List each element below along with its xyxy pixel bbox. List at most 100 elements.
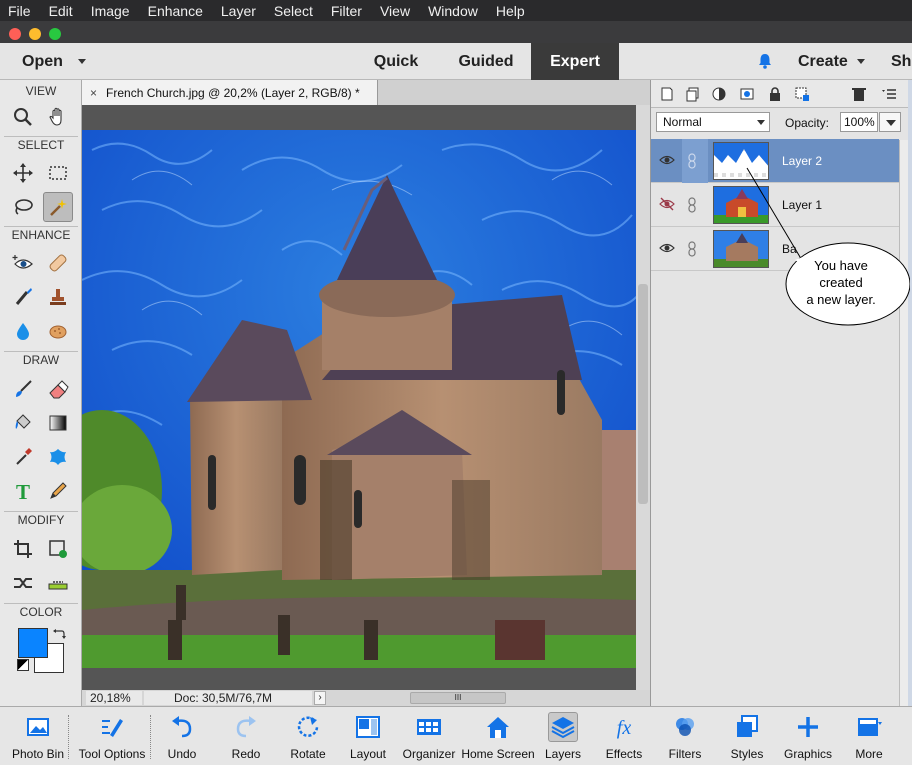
open-button[interactable]: Open bbox=[22, 53, 63, 71]
close-window-button[interactable] bbox=[9, 28, 21, 40]
blend-mode-select[interactable]: Normal bbox=[656, 112, 770, 132]
zoom-tool-icon[interactable] bbox=[8, 102, 38, 132]
layer-link-icon[interactable] bbox=[687, 153, 697, 169]
type-tool-icon[interactable]: T bbox=[8, 476, 38, 506]
menu-filter[interactable]: Filter bbox=[331, 3, 362, 19]
minimize-window-button[interactable] bbox=[29, 28, 41, 40]
tool-options-button[interactable]: Tool Options bbox=[74, 707, 150, 765]
magic-wand-tool-icon[interactable] bbox=[43, 192, 73, 222]
notification-bell-icon[interactable] bbox=[756, 52, 774, 70]
styles-button[interactable]: Styles bbox=[724, 707, 770, 765]
create-button[interactable]: Create bbox=[798, 53, 848, 71]
layers-button[interactable]: Layers bbox=[540, 707, 586, 765]
marquee-tool-icon[interactable] bbox=[43, 158, 73, 188]
paint-bucket-tool-icon[interactable] bbox=[8, 408, 38, 438]
menu-help[interactable]: Help bbox=[496, 3, 525, 19]
more-button[interactable]: More bbox=[846, 707, 892, 765]
image-canvas[interactable] bbox=[82, 130, 636, 668]
zoom-window-button[interactable] bbox=[49, 28, 61, 40]
layer-visibility-eye-icon[interactable] bbox=[659, 153, 675, 167]
church-painting-image bbox=[82, 130, 636, 668]
filters-button[interactable]: Filters bbox=[662, 707, 708, 765]
tool-options-icon bbox=[97, 712, 127, 742]
move-tool-icon[interactable] bbox=[8, 158, 38, 188]
home-screen-button[interactable]: Home Screen bbox=[460, 707, 536, 765]
layer-visibility-eye-icon[interactable] bbox=[659, 241, 675, 255]
foreground-color-swatch[interactable] bbox=[18, 628, 48, 658]
menu-file[interactable]: File bbox=[8, 3, 31, 19]
share-button[interactable]: Sh bbox=[891, 53, 911, 71]
document-tab[interactable]: × French Church.jpg @ 20,2% (Layer 2, RG… bbox=[82, 80, 378, 105]
menu-edit[interactable]: Edit bbox=[49, 3, 73, 19]
graphics-button[interactable]: Graphics bbox=[780, 707, 836, 765]
panel-menu-icon[interactable] bbox=[881, 86, 897, 102]
swap-colors-icon[interactable] bbox=[52, 628, 66, 640]
layout-label: Layout bbox=[349, 747, 387, 761]
brush-tool-icon[interactable] bbox=[8, 374, 38, 404]
pencil-tool-icon[interactable] bbox=[43, 476, 73, 506]
status-menu-arrow-icon[interactable]: › bbox=[314, 691, 326, 705]
new-group-icon[interactable] bbox=[685, 86, 701, 102]
layer-link-icon[interactable] bbox=[687, 197, 697, 213]
more-label: More bbox=[855, 747, 883, 761]
smart-brush-tool-icon[interactable] bbox=[8, 282, 38, 312]
menu-layer[interactable]: Layer bbox=[221, 3, 256, 19]
red-eye-tool-icon[interactable] bbox=[8, 248, 38, 278]
undo-button[interactable]: Undo bbox=[158, 707, 206, 765]
eyedropper-tool-icon[interactable] bbox=[8, 442, 38, 472]
content-aware-move-tool-icon[interactable] bbox=[8, 568, 38, 598]
eraser-tool-icon[interactable] bbox=[43, 374, 73, 404]
lock-all-icon[interactable] bbox=[767, 86, 783, 102]
canvas-horizontal-scroll-thumb[interactable]: III bbox=[410, 692, 506, 704]
lock-transparent-icon[interactable] bbox=[794, 86, 810, 102]
zoom-level-field[interactable]: 20,18% bbox=[86, 691, 142, 705]
hand-tool-icon[interactable] bbox=[43, 102, 73, 132]
canvas-vertical-scroll-thumb[interactable] bbox=[638, 284, 648, 504]
recompose-tool-icon[interactable] bbox=[43, 534, 73, 564]
gradient-tool-icon[interactable] bbox=[43, 408, 73, 438]
tab-expert[interactable]: Expert bbox=[531, 43, 619, 80]
toolbox-divider bbox=[4, 136, 78, 137]
custom-shape-tool-icon[interactable] bbox=[43, 442, 73, 472]
filters-label: Filters bbox=[668, 747, 702, 761]
photo-bin-button[interactable]: Photo Bin bbox=[6, 707, 70, 765]
undo-label: Undo bbox=[167, 747, 197, 761]
adjustment-layer-icon[interactable] bbox=[711, 86, 727, 102]
layer-mask-icon[interactable] bbox=[739, 86, 755, 102]
svg-text:T: T bbox=[16, 480, 30, 502]
svg-text:fx: fx bbox=[617, 717, 632, 739]
menu-view[interactable]: View bbox=[380, 3, 410, 19]
menu-image[interactable]: Image bbox=[91, 3, 130, 19]
blur-tool-icon[interactable] bbox=[8, 316, 38, 346]
crop-tool-icon[interactable] bbox=[8, 534, 38, 564]
clone-stamp-tool-icon[interactable] bbox=[43, 282, 73, 312]
menu-window[interactable]: Window bbox=[428, 3, 478, 19]
layer-link-icon[interactable] bbox=[687, 241, 697, 257]
healing-brush-tool-icon[interactable] bbox=[43, 248, 73, 278]
organizer-button[interactable]: Organizer bbox=[400, 707, 458, 765]
redo-button[interactable]: Redo bbox=[222, 707, 270, 765]
opacity-dropdown-icon[interactable] bbox=[879, 112, 901, 132]
effects-label: Effects bbox=[605, 747, 643, 761]
create-dropdown-icon[interactable] bbox=[857, 59, 865, 64]
sponge-tool-icon[interactable] bbox=[43, 316, 73, 346]
fx-icon: fx bbox=[609, 712, 639, 742]
new-layer-icon[interactable] bbox=[659, 86, 675, 102]
straighten-tool-icon[interactable] bbox=[43, 568, 73, 598]
tab-quick[interactable]: Quick bbox=[362, 43, 430, 80]
menu-select[interactable]: Select bbox=[274, 3, 313, 19]
effects-button[interactable]: fx Effects bbox=[600, 707, 648, 765]
delete-layer-icon[interactable] bbox=[851, 86, 867, 102]
close-document-icon[interactable]: × bbox=[90, 86, 97, 100]
layout-button[interactable]: Layout bbox=[344, 707, 392, 765]
menu-enhance[interactable]: Enhance bbox=[148, 3, 203, 19]
rotate-button[interactable]: Rotate bbox=[282, 707, 334, 765]
lasso-tool-icon[interactable] bbox=[8, 192, 38, 222]
undo-icon bbox=[167, 712, 197, 742]
open-dropdown-icon[interactable] bbox=[78, 59, 86, 64]
section-enhance: ENHANCE bbox=[11, 228, 71, 242]
opacity-input[interactable]: 100% bbox=[840, 112, 878, 132]
tab-guided[interactable]: Guided bbox=[448, 43, 524, 80]
default-colors-icon[interactable] bbox=[17, 659, 29, 671]
layer-hidden-eye-icon[interactable] bbox=[659, 197, 675, 211]
